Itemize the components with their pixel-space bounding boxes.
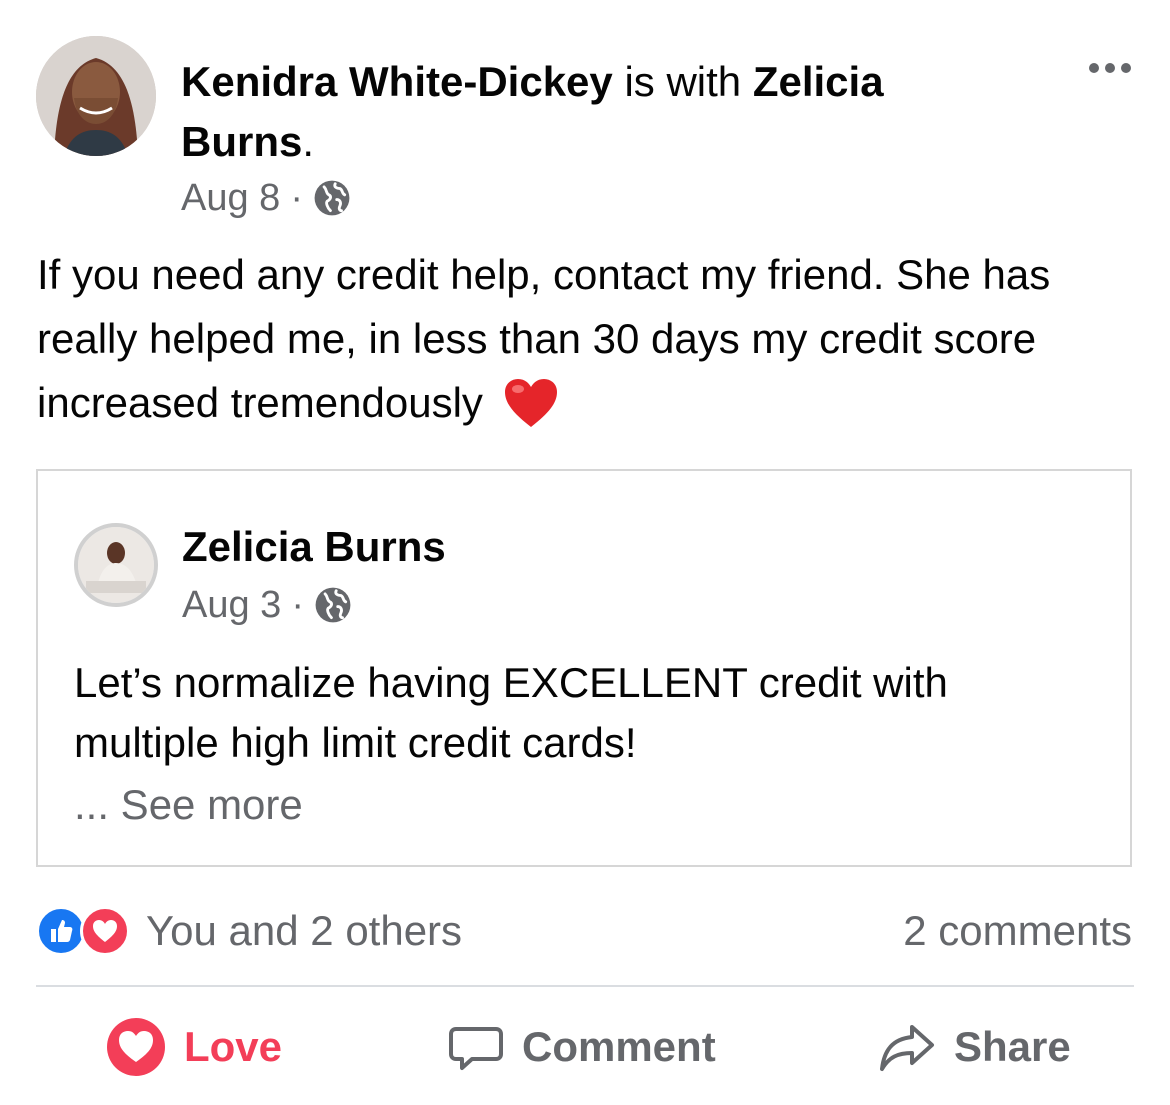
post-date[interactable]: Aug 8: [181, 177, 280, 220]
shared-post-text: Let’s normalize having EXCELLENT credit …: [74, 659, 948, 766]
shared-post-date[interactable]: Aug 3: [182, 584, 281, 627]
actions-divider: [36, 985, 1134, 987]
globe-icon: [314, 180, 350, 216]
love-button-label: Love: [184, 1023, 283, 1070]
reaction-icons: [36, 904, 136, 958]
shared-author-avatar[interactable]: [74, 523, 158, 607]
shared-meta-separator: ·: [291, 583, 304, 626]
love-icon: [80, 906, 130, 956]
like-icon: [36, 906, 86, 956]
love-button[interactable]: Love: [106, 1015, 282, 1079]
reaction-summary-text: You and 2 others: [146, 907, 463, 954]
shared-post-meta: Aug 3 ·: [182, 583, 352, 627]
comment-button[interactable]: Comment: [448, 1015, 716, 1079]
post-body: If you need any credit help, contact my …: [37, 243, 1137, 435]
shared-avatar-image: [78, 527, 154, 603]
see-more-link[interactable]: ... See more: [74, 777, 303, 833]
red-heart-emoji: [504, 379, 557, 427]
share-button[interactable]: Share: [878, 1015, 1071, 1079]
reaction-summary[interactable]: You and 2 others: [36, 902, 462, 960]
with-text: is with: [612, 58, 753, 105]
author-avatar-image: [36, 36, 156, 156]
share-arrow-icon: [880, 1025, 934, 1071]
meta-separator: ·: [290, 176, 303, 219]
shared-post-card[interactable]: Zelicia Burns Aug 3 · Let’s normalize ha…: [36, 469, 1132, 867]
header-period: .: [302, 118, 315, 165]
globe-icon: [315, 587, 351, 623]
comment-bubble-icon: [449, 1027, 503, 1070]
comments-count-link[interactable]: 2 comments: [903, 902, 1132, 960]
share-button-label: Share: [954, 1023, 1071, 1070]
shared-author-name[interactable]: Zelicia Burns: [182, 519, 446, 575]
love-reaction-icon: [107, 1018, 165, 1076]
comment-button-label: Comment: [522, 1023, 716, 1070]
post-meta: Aug 8 ·: [181, 176, 351, 220]
author-name-link[interactable]: Kenidra White-Dickey: [181, 58, 613, 105]
post-header: Kenidra White-Dickey is with Zelicia Bur…: [181, 52, 1021, 172]
author-avatar[interactable]: [36, 36, 156, 156]
more-options-icon[interactable]: [1084, 58, 1136, 78]
